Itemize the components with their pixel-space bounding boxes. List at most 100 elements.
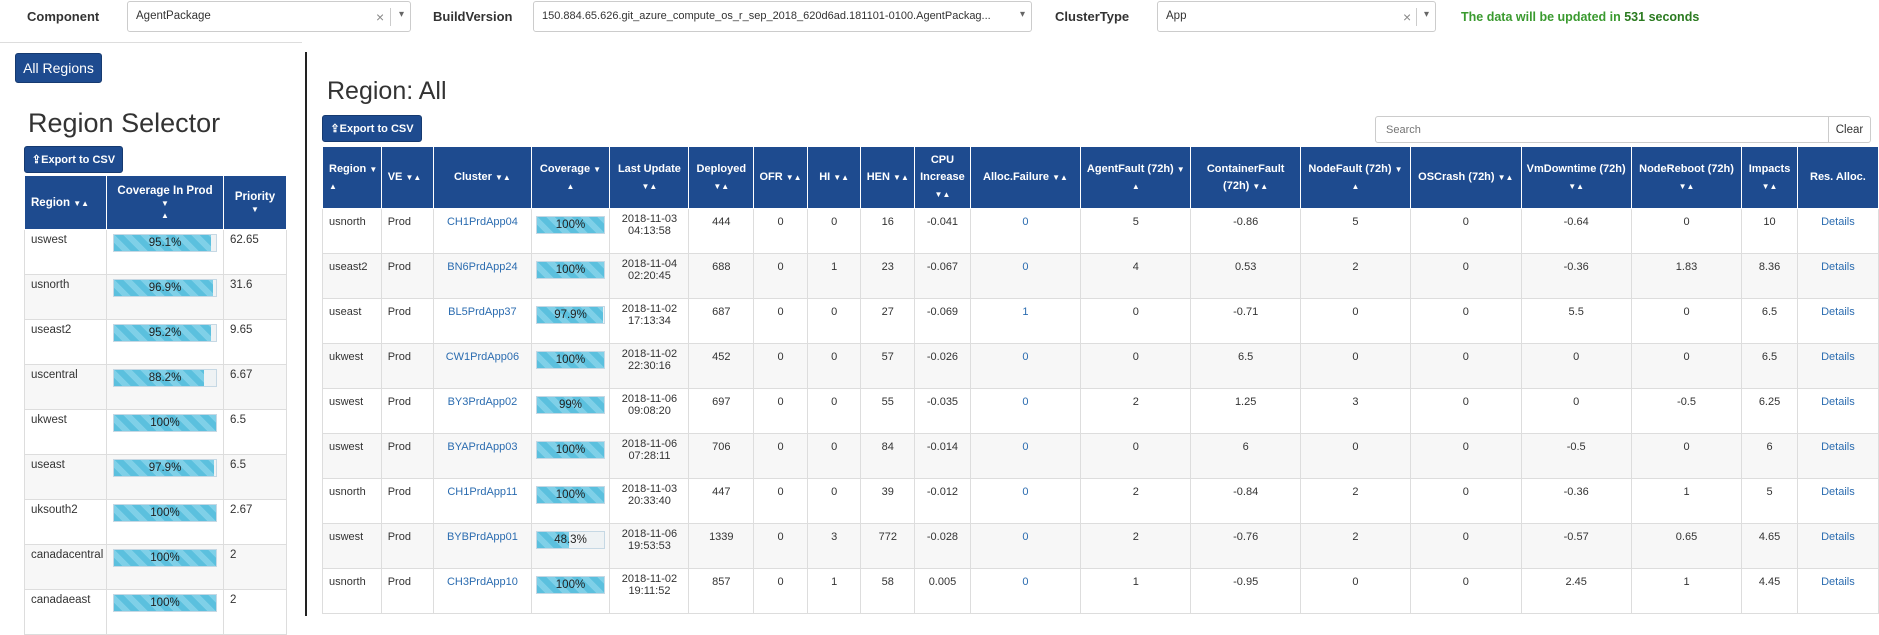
col-last-update[interactable]: Last Update ▼▲: [609, 146, 690, 209]
col-alloc-failure[interactable]: Alloc.Failure ▼▲: [969, 146, 1082, 209]
coverage-cell: 100%: [530, 343, 611, 389]
cluster-link[interactable]: BYAPrdApp03: [447, 441, 517, 453]
cluster-link[interactable]: BYBPrdApp01: [447, 531, 518, 543]
cluster-link[interactable]: CW1PrdApp06: [446, 351, 519, 363]
ve-cell: Prod: [380, 388, 435, 434]
cluster-link[interactable]: BN6PrdApp24: [447, 261, 517, 273]
update-seconds: 531 seconds: [1624, 10, 1700, 24]
col-container-fault[interactable]: ContainerFault (72h) ▼▲: [1190, 146, 1301, 209]
region-cell[interactable]: uswest: [24, 229, 107, 275]
coverage-bar: 100%: [113, 414, 217, 432]
alloc-failure-link[interactable]: 0: [1022, 441, 1028, 453]
coverage-label: 100%: [555, 219, 586, 231]
region-row[interactable]: canadaeast 100% 2: [24, 589, 287, 635]
alloc-failure-link[interactable]: 0: [1022, 576, 1028, 588]
container-fault-cell: -0.86: [1190, 208, 1301, 254]
cluster-clear-icon[interactable]: ×: [1403, 9, 1411, 25]
region-row[interactable]: uksouth2 100% 2.67: [24, 499, 287, 545]
details-link[interactable]: Details: [1821, 306, 1855, 318]
main-export-csv-button[interactable]: ⇪Export to CSV: [322, 115, 422, 142]
col-res-alloc[interactable]: Res. Alloc.: [1796, 146, 1879, 209]
sort-icon: ▼▲: [833, 173, 850, 182]
region-cell[interactable]: useast2: [24, 319, 107, 365]
region-cell[interactable]: useast: [24, 454, 107, 500]
sort-icon: ▼▲: [494, 173, 511, 182]
col-hi[interactable]: HI ▼▲: [806, 146, 862, 209]
alloc-failure-link[interactable]: 0: [1022, 351, 1028, 363]
col-ofr[interactable]: OFR ▼▲: [753, 146, 808, 209]
region-cell[interactable]: canadaeast: [24, 589, 107, 635]
col-cluster[interactable]: Cluster ▼▲: [433, 146, 532, 209]
col-deployed[interactable]: Deployed ▼▲: [688, 146, 755, 209]
col-priority[interactable]: Priority ▼: [223, 175, 287, 230]
impacts-cell: 4.65: [1741, 523, 1798, 569]
sort-both-icon: ▼▲: [73, 198, 90, 208]
alloc-failure-link[interactable]: 0: [1022, 216, 1028, 228]
cluster-link[interactable]: CH1PrdApp11: [447, 486, 517, 498]
region-row[interactable]: canadacentral 100% 2: [24, 544, 287, 590]
impacts-cell: 6.5: [1741, 343, 1798, 389]
col-ve[interactable]: VE ▼▲: [380, 146, 435, 209]
col-node-fault[interactable]: NodeFault (72h) ▼ ▲: [1299, 146, 1412, 209]
alloc-failure-link[interactable]: 0: [1022, 261, 1028, 273]
col-cpu-increase[interactable]: CPU Increase ▼▲: [914, 146, 971, 209]
ofr-cell: 0: [753, 433, 808, 479]
component-clear-icon[interactable]: ×: [376, 9, 384, 25]
panel-divider: [305, 52, 307, 616]
region-row[interactable]: uscentral 88.2% 6.67: [24, 364, 287, 410]
region-cell[interactable]: uscentral: [24, 364, 107, 410]
cluster-select[interactable]: App × ▾: [1157, 1, 1436, 32]
search-input[interactable]: [1375, 116, 1829, 143]
col-region[interactable]: Region ▼▲: [322, 146, 382, 209]
details-link[interactable]: Details: [1821, 531, 1855, 543]
col-coverage[interactable]: Coverage ▼ ▲: [530, 146, 611, 209]
component-caret-icon[interactable]: ▾: [399, 9, 404, 20]
region-cell[interactable]: canadacentral: [24, 544, 107, 590]
details-link[interactable]: Details: [1821, 261, 1855, 273]
update-date: 2018-11-03: [621, 213, 678, 225]
left-export-csv-button[interactable]: ⇪Export to CSV: [24, 146, 123, 173]
col-hen[interactable]: HEN ▼▲: [860, 146, 916, 209]
region-row[interactable]: usnorth 96.9% 31.6: [24, 274, 287, 320]
cluster-link[interactable]: BY3PrdApp02: [448, 396, 518, 408]
coverage-bar: 100%: [535, 261, 606, 279]
details-link[interactable]: Details: [1821, 486, 1855, 498]
cluster-link[interactable]: BL5PrdApp37: [448, 306, 517, 318]
build-select[interactable]: 150.884.65.626.git_azure_compute_os_r_se…: [533, 1, 1032, 32]
alloc-failure-link[interactable]: 0: [1022, 531, 1028, 543]
region-row[interactable]: ukwest 100% 6.5: [24, 409, 287, 455]
col-region[interactable]: Region ▼▲: [24, 175, 107, 230]
region-row[interactable]: useast 97.9% 6.5: [24, 454, 287, 500]
cluster-link[interactable]: CH1PrdApp04: [447, 216, 518, 228]
region-row[interactable]: useast2 95.2% 9.65: [24, 319, 287, 365]
region-cell[interactable]: usnorth: [24, 274, 107, 320]
col-coverage-in-prod[interactable]: Coverage In Prod ▼ ▲: [106, 175, 224, 230]
col-vm-downtime[interactable]: VmDowntime (72h) ▼▲: [1520, 146, 1632, 209]
details-link[interactable]: Details: [1821, 576, 1855, 588]
alloc-failure-link[interactable]: 0: [1022, 486, 1028, 498]
region-cell[interactable]: ukwest: [24, 409, 107, 455]
cluster-cell: CH3PrdApp10: [433, 568, 532, 614]
clear-search-button[interactable]: Clear: [1828, 116, 1871, 143]
alloc-failure-link[interactable]: 1: [1022, 306, 1028, 318]
details-link[interactable]: Details: [1821, 216, 1855, 228]
component-select[interactable]: AgentPackage × ▾: [127, 1, 411, 32]
build-caret-icon[interactable]: ▾: [1020, 9, 1025, 20]
coverage-bar: 100%: [535, 486, 606, 504]
cpu-cell: -0.026: [914, 343, 971, 389]
details-link[interactable]: Details: [1821, 441, 1855, 453]
coverage-cell: 99%: [530, 388, 611, 434]
alloc-failure-link[interactable]: 0: [1022, 396, 1028, 408]
all-regions-button[interactable]: All Regions: [15, 53, 102, 83]
details-link[interactable]: Details: [1821, 351, 1855, 363]
col-node-reboot[interactable]: NodeReboot (72h) ▼▲: [1630, 146, 1743, 209]
component-value: AgentPackage: [136, 10, 211, 22]
details-link[interactable]: Details: [1821, 396, 1855, 408]
col-agent-fault[interactable]: AgentFault (72h) ▼ ▲: [1080, 146, 1192, 209]
col-impacts[interactable]: Impacts ▼▲: [1741, 146, 1798, 209]
col-os-crash[interactable]: OSCrash (72h) ▼▲: [1410, 146, 1522, 209]
cluster-link[interactable]: CH3PrdApp10: [447, 576, 518, 588]
region-cell[interactable]: uksouth2: [24, 499, 107, 545]
cluster-caret-icon[interactable]: ▾: [1424, 9, 1429, 20]
region-row[interactable]: uswest 95.1% 62.65: [24, 229, 287, 275]
